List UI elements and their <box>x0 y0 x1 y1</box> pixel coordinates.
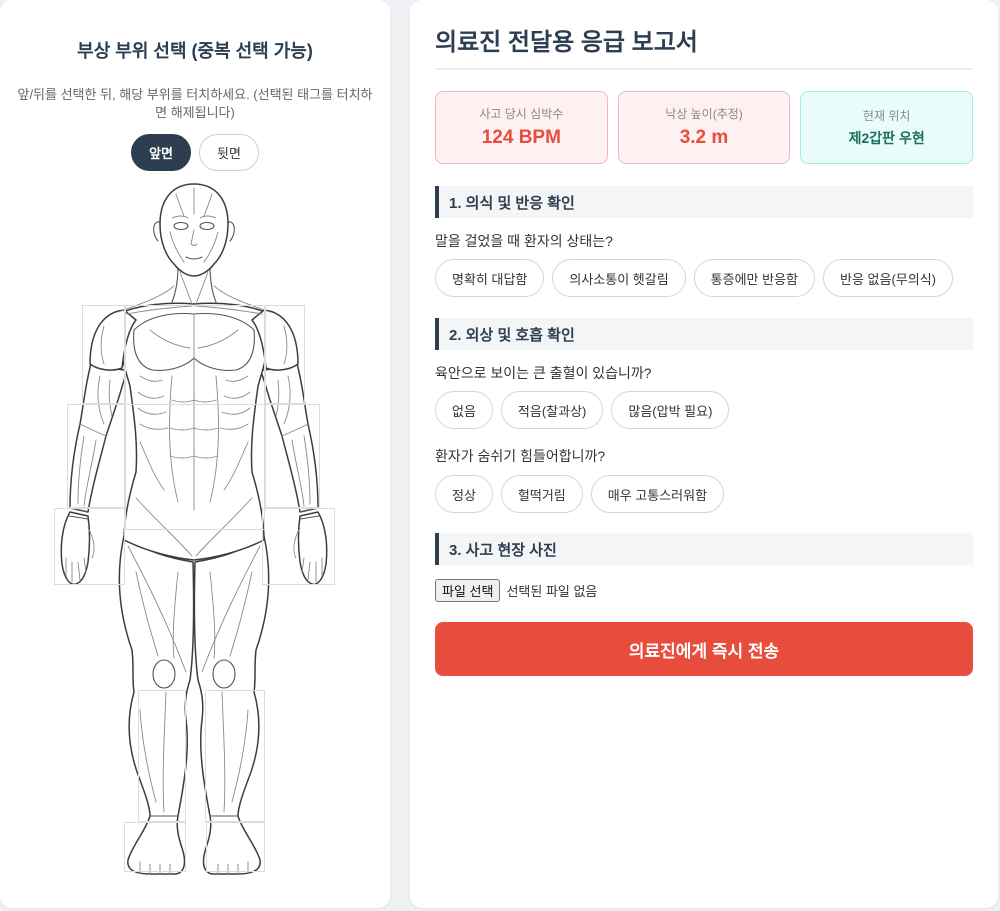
region-left-thigh[interactable] <box>125 540 195 690</box>
option-confused[interactable]: 의사소통이 헷갈림 <box>552 259 686 297</box>
stat-location: 현재 위치 제2갑판 우현 <box>800 91 973 164</box>
vital-stats: 사고 당시 심박수 124 BPM 낙상 높이(추정) 3.2 m 현재 위치 … <box>435 91 973 164</box>
view-back-button[interactable]: 뒷면 <box>199 134 259 171</box>
region-left-hand[interactable] <box>54 508 125 585</box>
region-right-shoulder[interactable] <box>265 305 305 404</box>
question-breathing: 환자가 숨쉬기 힘들어합니까? <box>435 448 606 464</box>
report-title: 의료진 전달용 응급 보고서 <box>435 26 973 70</box>
breathing-options: 정상 헐떡거림 매우 고통스러워함 <box>435 475 973 513</box>
option-bleeding-none[interactable]: 없음 <box>435 391 493 429</box>
region-right-foot[interactable] <box>206 822 265 872</box>
send-to-medics-button[interactable]: 의료진에게 즉시 전송 <box>435 622 973 676</box>
region-left-shin[interactable] <box>138 690 186 822</box>
file-status: 선택된 파일 없음 <box>506 584 598 599</box>
stat-value: 124 BPM <box>481 126 561 148</box>
stat-fall-height: 낙상 높이(추정) 3.2 m <box>617 91 791 164</box>
section-photo-heading: 3. 사고 현장 사진 <box>435 533 973 565</box>
option-pain-only[interactable]: 통증에만 반응함 <box>693 259 816 297</box>
option-unresponsive[interactable]: 반응 없음(무의식) <box>823 259 954 297</box>
stat-label: 현재 위치 <box>862 108 911 123</box>
option-breathing-normal[interactable]: 정상 <box>435 475 493 513</box>
responsiveness-options: 명확히 대답함 의사소통이 헷갈림 통증에만 반응함 반응 없음(무의식) <box>435 259 973 297</box>
stat-heart-rate: 사고 당시 심박수 124 BPM <box>435 91 608 164</box>
region-right-hand[interactable] <box>262 508 335 585</box>
view-toggle: 앞면 뒷면 <box>0 134 390 171</box>
option-bleeding-heavy[interactable]: 많음(압박 필요) <box>611 391 730 429</box>
question-responsiveness: 말을 걸었을 때 환자의 상태는? <box>435 233 613 249</box>
region-abdomen[interactable] <box>125 404 265 530</box>
body-selector-title: 부상 부위 선택 (중복 선택 가능) <box>77 41 313 61</box>
option-bleeding-minor[interactable]: 적음(찰과상) <box>500 391 604 429</box>
region-chest[interactable] <box>125 305 265 405</box>
section-trauma-breathing-heading: 2. 외상 및 호흡 확인 <box>435 318 973 350</box>
stat-label: 사고 당시 심박수 <box>479 106 564 121</box>
region-left-shoulder[interactable] <box>82 305 125 404</box>
option-clear-answer[interactable]: 명확히 대답함 <box>435 259 545 297</box>
region-right-arm[interactable] <box>265 404 320 508</box>
question-bleeding: 육안으로 보이는 큰 출혈이 있습니까? <box>435 365 652 381</box>
region-left-foot[interactable] <box>124 822 186 872</box>
bleeding-options: 없음 적음(찰과상) 많음(압박 필요) <box>435 391 973 429</box>
stat-value: 3.2 m <box>679 126 729 148</box>
choose-file-button[interactable]: 파일 선택 <box>435 579 501 602</box>
option-breathing-gasping[interactable]: 헐떡거림 <box>500 475 583 513</box>
region-right-shin[interactable] <box>205 690 265 822</box>
report-panel: 의료진 전달용 응급 보고서 사고 당시 심박수 124 BPM 낙상 높이(추… <box>410 0 998 908</box>
stat-value: 제2갑판 우현 <box>848 129 925 146</box>
region-head[interactable] <box>158 183 236 273</box>
region-left-arm[interactable] <box>67 404 125 508</box>
section-consciousness-heading: 1. 의식 및 반응 확인 <box>435 186 973 218</box>
body-selector-panel: 부상 부위 선택 (중복 선택 가능) 앞/뒤를 선택한 뒤, 해당 부위를 터… <box>0 0 390 908</box>
option-breathing-severe[interactable]: 매우 고통스러워함 <box>590 475 725 513</box>
photo-file-input: 파일 선택 선택된 파일 없음 <box>435 579 973 602</box>
stat-label: 낙상 높이(추정) <box>665 106 743 121</box>
body-selector-instructions: 앞/뒤를 선택한 뒤, 해당 부위를 터치하세요. (선택된 태그를 터치하면 … <box>17 87 373 120</box>
region-right-thigh[interactable] <box>195 540 265 690</box>
view-front-button[interactable]: 앞면 <box>131 134 191 171</box>
